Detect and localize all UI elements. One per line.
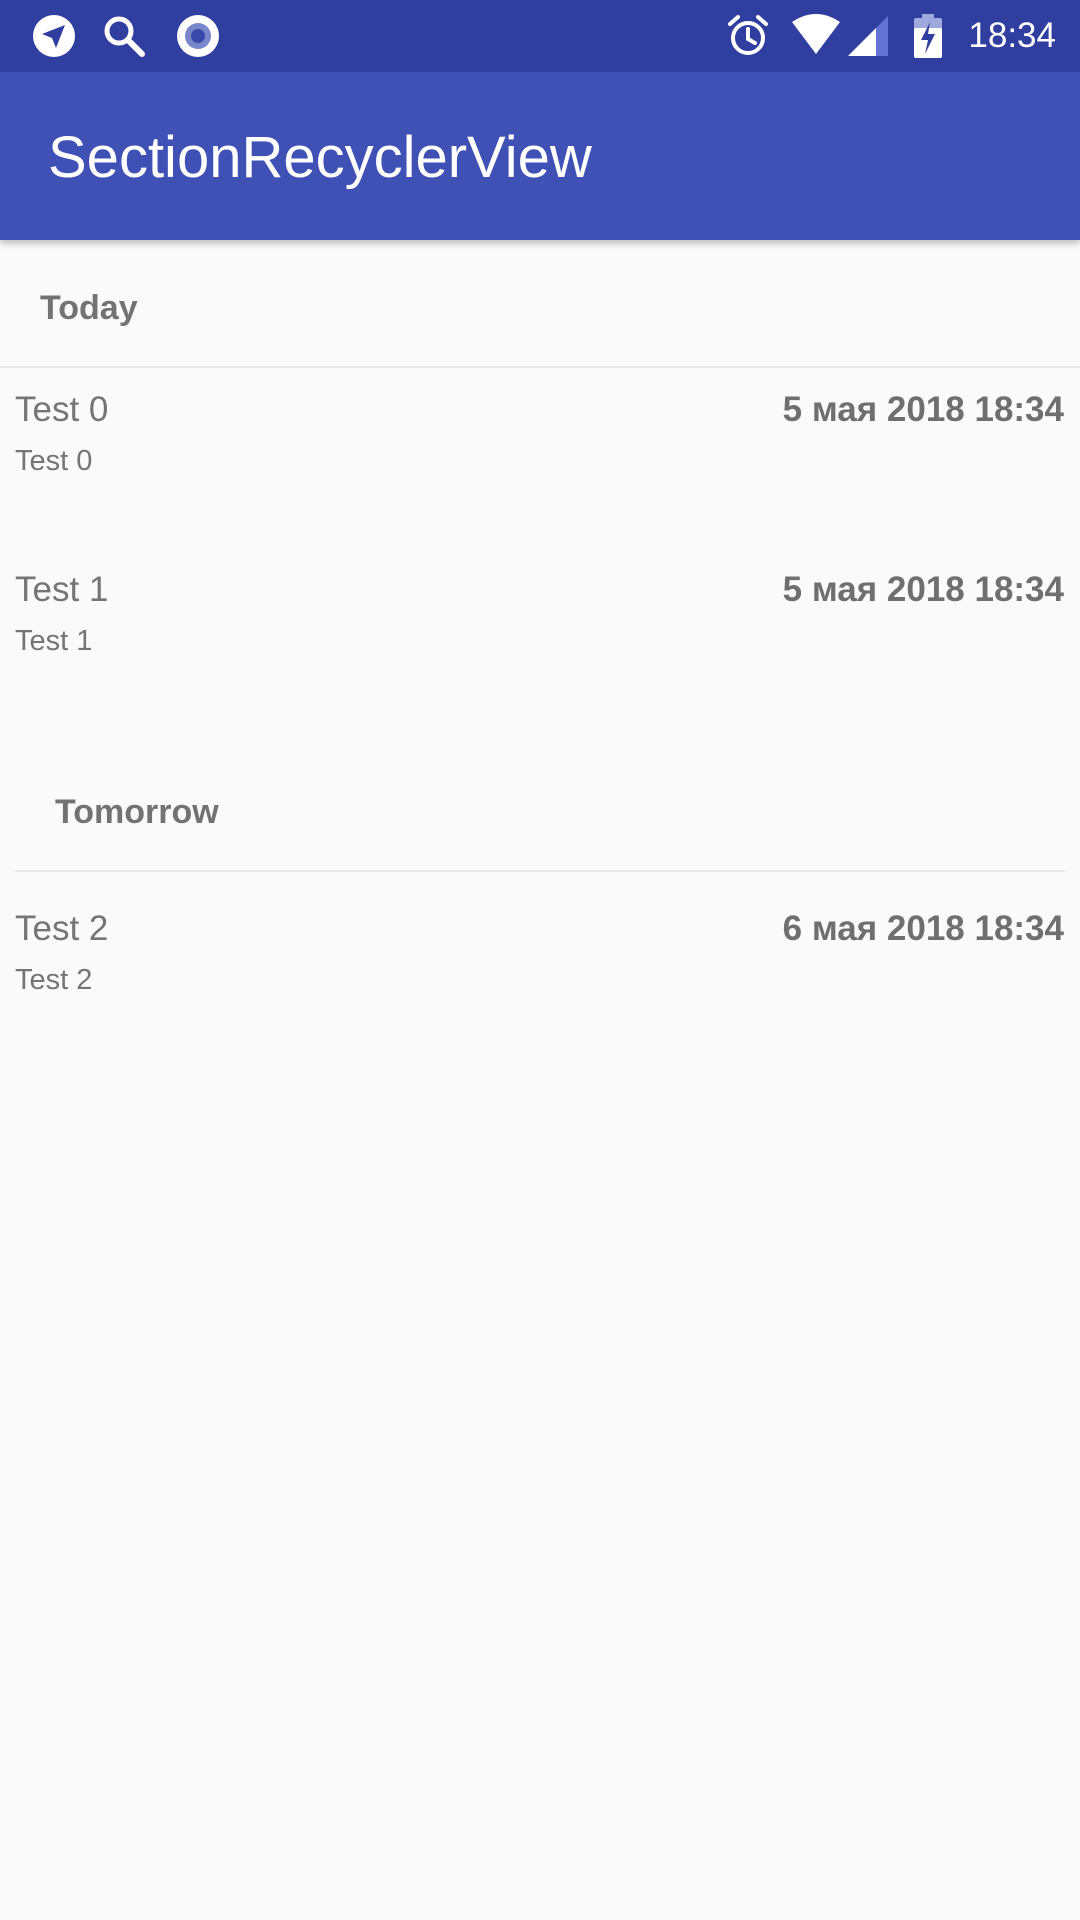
- signal-icon: [848, 16, 888, 56]
- section-header-tomorrow: Tomorrow: [55, 793, 219, 831]
- search-icon: [104, 16, 145, 57]
- wifi-icon: [792, 14, 840, 54]
- item-subtitle: Test 2: [15, 964, 93, 996]
- alarm-icon: [728, 15, 768, 55]
- navigation-icon: [33, 15, 75, 57]
- item-title: Test 0: [15, 390, 109, 429]
- section-list[interactable]: Today Test 0 5 мая 2018 18:34 Test 0 Tes…: [0, 240, 1080, 1920]
- record-icon: [177, 15, 219, 57]
- battery-charging-icon: [914, 14, 942, 58]
- section-divider: [0, 366, 1080, 368]
- item-title: Test 2: [15, 909, 109, 948]
- item-date: 6 мая 2018 18:34: [782, 909, 1064, 948]
- item-subtitle: Test 1: [15, 625, 93, 657]
- app-title: SectionRecyclerView: [48, 125, 592, 190]
- status-time: 18:34: [968, 16, 1056, 55]
- status-bar: 18:34: [0, 0, 1080, 72]
- section-divider: [15, 870, 1065, 872]
- item-date: 5 мая 2018 18:34: [782, 390, 1064, 429]
- item-title: Test 1: [15, 570, 109, 609]
- item-subtitle: Test 0: [15, 445, 93, 477]
- item-date: 5 мая 2018 18:34: [782, 570, 1064, 609]
- section-header-today: Today: [40, 289, 138, 327]
- app-bar: SectionRecyclerView: [0, 72, 1080, 240]
